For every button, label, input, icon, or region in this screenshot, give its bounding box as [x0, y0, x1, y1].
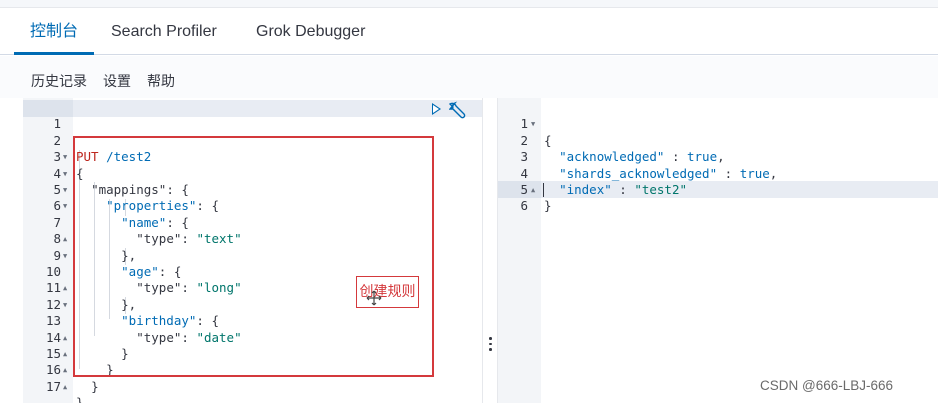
play-icon[interactable] [432, 103, 441, 115]
history-button[interactable]: 历史记录 [31, 56, 87, 98]
console-menu-bar: 历史记录 设置 帮助 [0, 56, 938, 98]
main-tabs: 控制台 Search Profiler Grok Debugger [0, 8, 938, 55]
code-line: 2 "acknowledged" : true, [498, 116, 938, 164]
code-line: 2 PUT /test2 [23, 116, 482, 164]
pane-resizer[interactable] [482, 98, 498, 403]
fold-up-icon[interactable]: ▲ [63, 379, 67, 395]
code-line: 1 [23, 100, 482, 131]
code-text: } [76, 395, 84, 403]
highlight-box [73, 136, 434, 377]
code-text: } [91, 378, 99, 394]
code-text: } [544, 198, 552, 214]
tab-console[interactable]: 控制台 [14, 8, 95, 55]
wrench-icon[interactable] [449, 101, 467, 119]
top-strip [0, 0, 938, 8]
code-line: 3 "shards_acknowledged" : true, [498, 133, 938, 180]
help-button[interactable]: 帮助 [147, 56, 175, 98]
line-number: 6 [520, 198, 528, 214]
code-line: 4 "index" : "test2" [498, 149, 938, 197]
app-root: 控制台 Search Profiler Grok Debugger 历史记录 设… [0, 0, 938, 403]
request-actions [432, 101, 472, 119]
code-line: 5 ▲ } [498, 166, 938, 213]
tab-grok-debugger[interactable]: Grok Debugger [240, 8, 381, 55]
settings-button[interactable]: 设置 [103, 56, 131, 98]
resize-icon[interactable] [489, 337, 492, 351]
text-caret [543, 183, 544, 197]
cursor-icon [366, 290, 382, 306]
code-line: 1 ▼ { [498, 100, 938, 147]
tab-search-profiler[interactable]: Search Profiler [95, 8, 233, 55]
code-line: 6 [498, 182, 938, 213]
response-output: 1 ▼ { 2 "acknowledged" : true, 3 "shards_… [498, 98, 938, 403]
watermark: CSDN @666-LBJ-666 [760, 378, 894, 393]
line-number: 17 [45, 378, 61, 394]
